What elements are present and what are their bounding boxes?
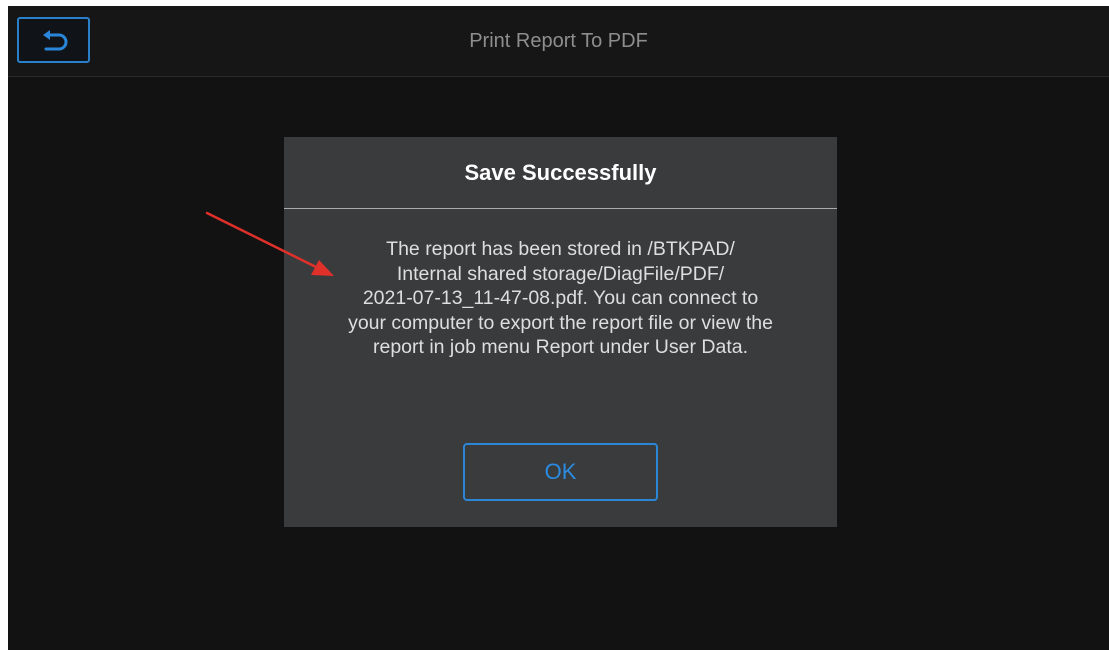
message-line: 2021-07-13_11-47-08.pdf. You can connect… [362, 287, 759, 309]
dialog-message: The report has been stored in /BTKPAD/ I… [294, 237, 827, 360]
ok-button[interactable]: OK [463, 443, 658, 501]
top-bar: Print Report To PDF [8, 6, 1109, 77]
back-button[interactable] [17, 17, 90, 63]
page-title: Print Report To PDF [469, 30, 648, 52]
app-screen: Print Report To PDF Save Successfully Th… [8, 6, 1109, 650]
back-return-icon [42, 30, 67, 51]
message-line: report in job menu Report under User Dat… [372, 336, 749, 358]
message-line: your computer to export the report file … [348, 311, 773, 334]
dialog-divider [284, 208, 837, 209]
dialog-title: Save Successfully [464, 160, 657, 185]
save-success-dialog: Save Successfully The report has been st… [284, 137, 837, 527]
message-line: Internal shared storage/DiagFile/PDF/ [396, 262, 725, 285]
message-line: The report has been stored in /BTKPAD/ [386, 238, 735, 260]
